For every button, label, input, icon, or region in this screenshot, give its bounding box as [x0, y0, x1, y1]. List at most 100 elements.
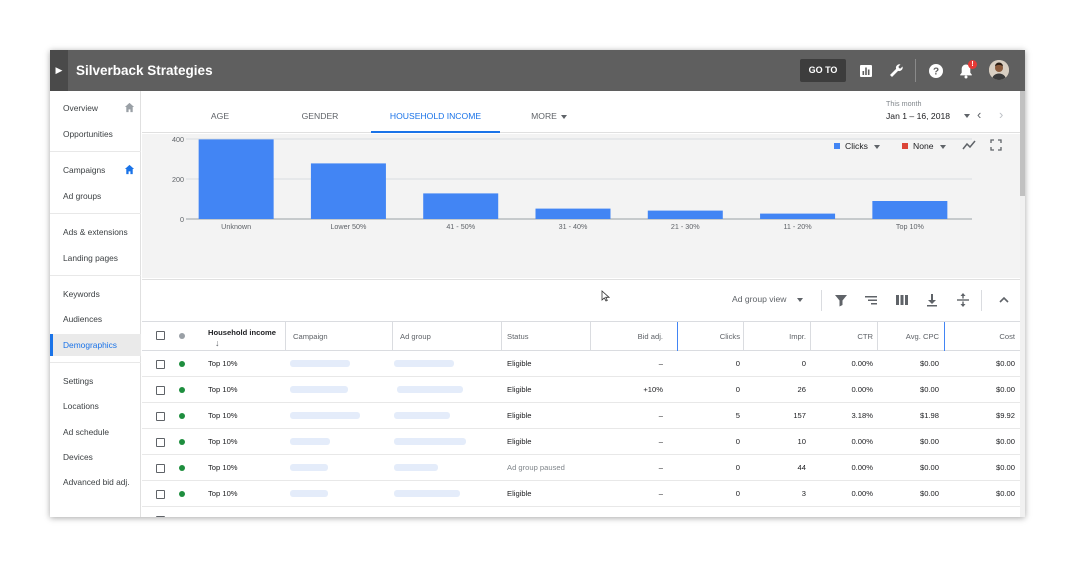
cell-bid-adj[interactable]: +10% — [592, 377, 663, 403]
sidebar-item-campaigns[interactable]: Campaigns — [50, 159, 141, 181]
table-row[interactable]: Top 10% Eligible +10% 0 26 0.00% $0.00 $0.00 — [142, 377, 1020, 403]
sidebar-item-overview[interactable]: Overview — [50, 97, 141, 119]
cell-campaign-redacted[interactable] — [290, 490, 328, 497]
cell-ad-group-redacted[interactable] — [397, 386, 463, 393]
avatar[interactable] — [989, 60, 1009, 80]
col-campaign[interactable]: Campaign — [293, 322, 393, 351]
sidebar-item-opportunities[interactable]: Opportunities — [50, 123, 141, 145]
cell-bid-adj[interactable]: – — [592, 455, 663, 481]
row-checkbox[interactable] — [156, 490, 165, 499]
cell-ad-group-redacted[interactable] — [394, 360, 454, 367]
col-impr[interactable]: Impr. — [748, 322, 806, 351]
top-bar: ▶ Silverback Strategies GO TO ? ! — [50, 50, 1025, 91]
col-separator — [743, 322, 744, 351]
sidebar-divider — [50, 213, 141, 214]
row-checkbox[interactable] — [156, 464, 165, 473]
status-dot-icon — [179, 361, 185, 367]
bar[interactable] — [310, 163, 386, 219]
sidebar-item-demographics[interactable]: Demographics — [50, 334, 141, 356]
tab-more[interactable]: MORE — [512, 91, 586, 133]
bar[interactable] — [872, 201, 948, 219]
cell-bid-adj[interactable]: – — [592, 351, 663, 377]
tab-household-income[interactable]: HOUSEHOLD INCOME — [371, 91, 500, 133]
bar[interactable] — [647, 210, 723, 219]
filter-icon[interactable] — [833, 292, 849, 308]
table-row[interactable]: Top 10% Eligible – 5 157 3.18% $1.98 $9.92 — [142, 403, 1020, 429]
chevron-down-icon[interactable] — [797, 298, 803, 302]
ad-group-view-dropdown[interactable]: Ad group view — [732, 294, 786, 304]
cell-ctr: 0.00% — [851, 359, 873, 368]
chevron-down-icon[interactable] — [964, 114, 970, 118]
cell-campaign-redacted[interactable] — [290, 438, 330, 445]
select-all-checkbox[interactable] — [156, 331, 165, 340]
cell-avg-cpc: $0.00 — [919, 437, 939, 446]
collapse-icon[interactable] — [996, 292, 1012, 308]
bar[interactable] — [423, 193, 499, 219]
sidebar-item-advanced-bid-adj[interactable]: Advanced bid adj. — [50, 471, 141, 493]
cell-ad-group-redacted[interactable] — [394, 412, 450, 419]
columns-icon[interactable] — [894, 292, 910, 308]
bar[interactable] — [535, 208, 611, 219]
scrollbar-thumb[interactable] — [1020, 91, 1025, 196]
reports-icon[interactable] — [856, 61, 876, 81]
sidebar-item-audiences[interactable]: Audiences — [50, 308, 141, 330]
cell-bid-adj[interactable]: – — [592, 481, 663, 507]
wrench-icon[interactable] — [886, 61, 906, 81]
mouse-cursor-icon — [601, 290, 610, 302]
col-ctr[interactable]: CTR — [814, 322, 873, 351]
bar[interactable] — [760, 213, 836, 219]
cell-ad-group-redacted[interactable] — [394, 438, 466, 445]
col-ad-group[interactable]: Ad group — [400, 322, 500, 351]
sidebar-item-locations[interactable]: Locations — [50, 395, 141, 417]
cell-ctr: 0.00% — [851, 437, 873, 446]
home-icon — [124, 102, 135, 113]
sidebar-item-devices[interactable]: Devices — [50, 446, 141, 468]
sidebar-item-ad-groups[interactable]: Ad groups — [50, 185, 141, 207]
x-tick-label: Top 10% — [896, 222, 925, 231]
sidebar-item-ad-schedule[interactable]: Ad schedule — [50, 421, 141, 443]
row-checkbox[interactable] — [156, 438, 165, 447]
cell-bid-adj[interactable]: – — [592, 429, 663, 455]
col-status[interactable]: Status — [507, 322, 587, 351]
row-checkbox[interactable] — [156, 386, 165, 395]
bar[interactable] — [198, 139, 274, 219]
chart-area: Clicks None 0 200 400 Unknown Lower 50% 41 - … — [142, 134, 1020, 278]
prev-period-icon[interactable]: ‹ — [977, 106, 981, 124]
sidebar-item-keywords[interactable]: Keywords — [50, 283, 141, 305]
cell-campaign-redacted[interactable] — [290, 412, 360, 419]
table-row[interactable]: Top 10% Ad group paused – 0 44 0.00% $0.00 $0.0… — [142, 455, 1020, 481]
next-period-icon[interactable]: › — [999, 106, 1003, 124]
notification-badge: ! — [968, 60, 977, 69]
segment-icon[interactable] — [863, 292, 879, 308]
col-avg-cpc[interactable]: Avg. CPC — [881, 322, 939, 351]
row-checkbox[interactable] — [156, 360, 165, 369]
sidebar-item-ads-extensions[interactable]: Ads & extensions — [50, 221, 141, 243]
table-row[interactable] — [142, 507, 1020, 517]
tab-gender[interactable]: GENDER — [280, 91, 360, 133]
cell-clicks: 5 — [735, 411, 740, 420]
col-bid-adj[interactable]: Bid adj. — [592, 322, 663, 351]
help-icon[interactable]: ? — [926, 61, 946, 81]
col-cost[interactable]: Cost — [948, 322, 1015, 351]
table-row[interactable]: Top 10% Eligible – 0 3 0.00% $0.00 $0.00 — [142, 481, 1020, 507]
cell-campaign-redacted[interactable] — [290, 386, 348, 393]
scrollbar[interactable] — [1020, 91, 1025, 517]
cell-campaign-redacted[interactable] — [290, 464, 328, 471]
download-icon[interactable] — [924, 292, 940, 308]
cell-ad-group-redacted[interactable] — [394, 464, 438, 471]
table-row[interactable]: Top 10% Eligible – 0 0 0.00% $0.00 $0.00 — [142, 351, 1020, 377]
cell-bid-adj[interactable]: – — [592, 403, 663, 429]
svg-text:?: ? — [933, 67, 939, 78]
expand-arrow-icon[interactable]: ▶ — [50, 50, 68, 91]
row-checkbox[interactable] — [156, 516, 165, 517]
tab-age[interactable]: AGE — [180, 91, 260, 133]
expand-rows-icon[interactable] — [955, 292, 971, 308]
cell-ad-group-redacted[interactable] — [394, 490, 460, 497]
row-checkbox[interactable] — [156, 412, 165, 421]
sidebar-item-landing-pages[interactable]: Landing pages — [50, 247, 141, 269]
table-row[interactable]: Top 10% Eligible – 0 10 0.00% $0.00 $0.00 — [142, 429, 1020, 455]
goto-button[interactable]: GO TO — [800, 59, 846, 82]
sidebar-item-settings[interactable]: Settings — [50, 370, 141, 392]
cell-campaign-redacted[interactable] — [290, 360, 350, 367]
col-clicks[interactable]: Clicks — [682, 322, 740, 351]
